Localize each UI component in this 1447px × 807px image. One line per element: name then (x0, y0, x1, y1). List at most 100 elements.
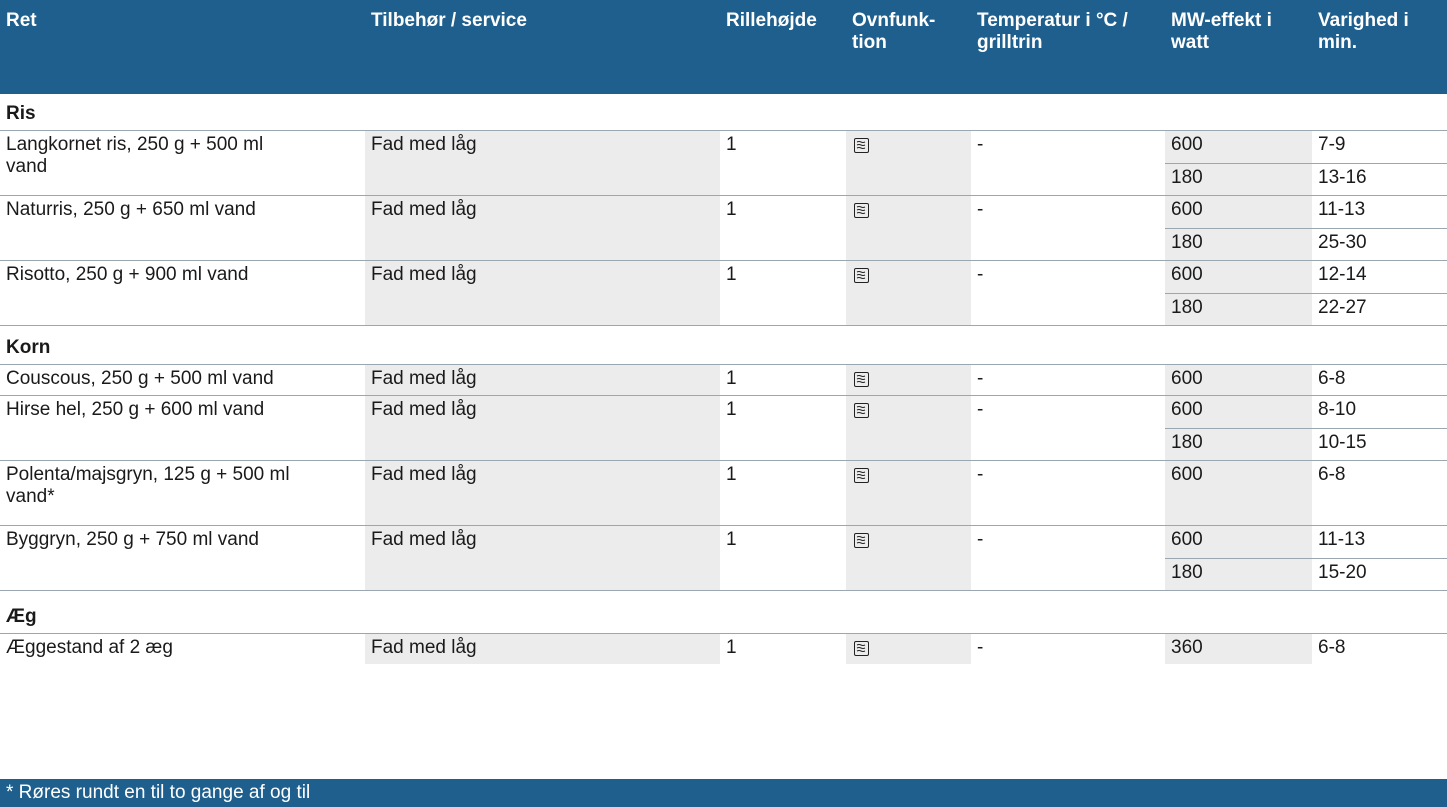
microwave-waves-icon (854, 268, 869, 283)
cell-ovnfunktion (846, 634, 971, 664)
cell-tid: 12-14 22-27 (1312, 261, 1447, 325)
cell-ret: Polenta/majsgryn, 125 g + 500 ml vand* (0, 461, 365, 525)
cell-tid: 11-13 15-20 (1312, 526, 1447, 590)
cell-tid: 8-10 10-15 (1312, 396, 1447, 460)
cell-tilbehoer: Fad med låg (365, 634, 720, 664)
cell-ret: Byggryn, 250 g + 750 ml vand (6, 529, 259, 550)
mw-value: 180 (1165, 558, 1312, 590)
cell-mw: 600 (1165, 461, 1312, 525)
cell-tid: 6-8 (1318, 464, 1346, 485)
cell-temp: - (977, 264, 984, 285)
cell-rille: 1 (726, 134, 737, 155)
mw-value: 180 (1165, 228, 1312, 260)
table-row: Byggryn, 250 g + 750 ml vand Fad med låg… (0, 526, 1447, 591)
section-korn: Korn (0, 326, 1447, 365)
cell-tid: 11-13 25-30 (1312, 196, 1447, 260)
cell-rille: 1 (726, 399, 737, 420)
tid-value: 11-13 (1318, 529, 1366, 550)
footnote-bar: * Røres rundt en til to gange af og til (0, 779, 1447, 807)
ret-line1: Langkornet ris, 250 g + 500 ml (6, 134, 264, 155)
mw-value: 180 (1165, 293, 1312, 325)
tid-value: 8-10 (1318, 399, 1357, 420)
cell-temp: - (977, 399, 984, 420)
table-row: Couscous, 250 g + 500 ml vand Fad med lå… (0, 365, 1447, 396)
table-header: Ret Tilbehør / service Rillehøjde Ovnfun… (0, 0, 1447, 94)
header-mw-line1: MW-effekt i (1171, 10, 1272, 31)
cell-mw: 600 180 (1165, 261, 1312, 325)
header-varighed: Varighed i min. (1318, 10, 1409, 54)
header-ret: Ret (6, 10, 37, 31)
cell-temp: - (977, 368, 984, 389)
cell-ret: Langkornet ris, 250 g + 500 ml vand (0, 131, 365, 195)
table-row: Risotto, 250 g + 900 ml vand Fad med låg… (0, 261, 1447, 326)
cell-mw: 600 180 (1165, 196, 1312, 260)
tid-value: 10-15 (1312, 428, 1447, 460)
cell-mw: 600 180 (1165, 526, 1312, 590)
mw-value: 600 (1171, 399, 1203, 420)
cell-tilbehoer: Fad med låg (365, 131, 720, 195)
header-temperatur-line1: Temperatur i °C / (977, 10, 1128, 31)
cell-temp: - (977, 464, 984, 485)
tid-value: 15-20 (1312, 558, 1447, 590)
microwave-waves-icon (854, 641, 869, 656)
tid-value: 25-30 (1312, 228, 1447, 260)
cell-temp: - (977, 529, 984, 550)
cell-tilbehoer: Fad med låg (365, 396, 720, 460)
cell-ovnfunktion (846, 196, 971, 260)
tid-value: 7-9 (1318, 134, 1346, 155)
tid-value: 22-27 (1312, 293, 1447, 325)
header-ovnfunktion: Ovnfunk- tion (852, 10, 935, 54)
header-temperatur-line2: grilltrin (977, 32, 1043, 53)
cell-mw: 600 180 (1165, 396, 1312, 460)
mw-value: 180 (1165, 428, 1312, 460)
tid-value: 11-13 (1318, 199, 1366, 220)
header-tilbehoer: Tilbehør / service (371, 10, 527, 31)
header-temperatur: Temperatur i °C / grilltrin (977, 10, 1128, 54)
section-aeg: Æg (0, 591, 1447, 634)
cell-ret: Couscous, 250 g + 500 ml vand (6, 368, 274, 389)
cell-mw: 360 (1165, 634, 1312, 664)
table-row: Hirse hel, 250 g + 600 ml vand Fad med l… (0, 396, 1447, 461)
table-row: Langkornet ris, 250 g + 500 ml vand Fad … (0, 131, 1447, 196)
cell-rille: 1 (726, 368, 737, 389)
header-ovnfunktion-line1: Ovnfunk- (852, 10, 936, 31)
cell-ret: Hirse hel, 250 g + 600 ml vand (6, 399, 265, 420)
table-row: Polenta/majsgryn, 125 g + 500 ml vand* F… (0, 461, 1447, 526)
microwave-waves-icon (854, 468, 869, 483)
cell-rille: 1 (726, 464, 737, 485)
section-title: Ris (6, 103, 36, 124)
section-title: Korn (6, 337, 51, 358)
cell-tilbehoer: Fad med låg (365, 526, 720, 590)
cell-temp: - (977, 637, 984, 658)
cell-tilbehoer: Fad med låg (365, 461, 720, 525)
header-ovnfunktion-line2: tion (852, 32, 887, 53)
cell-tid: 6-8 (1318, 368, 1346, 389)
cell-ret: Risotto, 250 g + 900 ml vand (6, 264, 249, 285)
tid-value: 13-16 (1312, 163, 1447, 195)
table-row: Æggestand af 2 æg Fad med låg 1 - 360 6-… (0, 634, 1447, 664)
mw-value: 600 (1171, 199, 1203, 220)
cell-tilbehoer: Fad med låg (365, 365, 720, 395)
header-varighed-line1: Varighed i (1318, 10, 1409, 31)
cell-rille: 1 (726, 637, 737, 658)
microwave-waves-icon (854, 138, 869, 153)
footnote-text: * Røres rundt en til to gange af og til (6, 782, 311, 803)
section-ris: Ris (0, 94, 1447, 131)
tid-value: 12-14 (1318, 264, 1367, 285)
microwave-waves-icon (854, 403, 869, 418)
cell-ovnfunktion (846, 396, 971, 460)
ret-line2: vand (6, 156, 48, 177)
cell-tilbehoer: Fad med låg (365, 196, 720, 260)
cell-temp: - (977, 134, 984, 155)
cell-tid: 6-8 (1318, 637, 1346, 658)
header-mw-effekt: MW-effekt i watt (1171, 10, 1272, 54)
cell-ovnfunktion (846, 261, 971, 325)
cell-ovnfunktion (846, 461, 971, 525)
microwave-waves-icon (854, 203, 869, 218)
cell-ovnfunktion (846, 526, 971, 590)
mw-value: 600 (1171, 264, 1203, 285)
cell-ovnfunktion (846, 365, 971, 395)
cell-ret: Naturris, 250 g + 650 ml vand (6, 199, 256, 220)
cell-tilbehoer: Fad med låg (365, 261, 720, 325)
mw-value: 180 (1165, 163, 1312, 195)
